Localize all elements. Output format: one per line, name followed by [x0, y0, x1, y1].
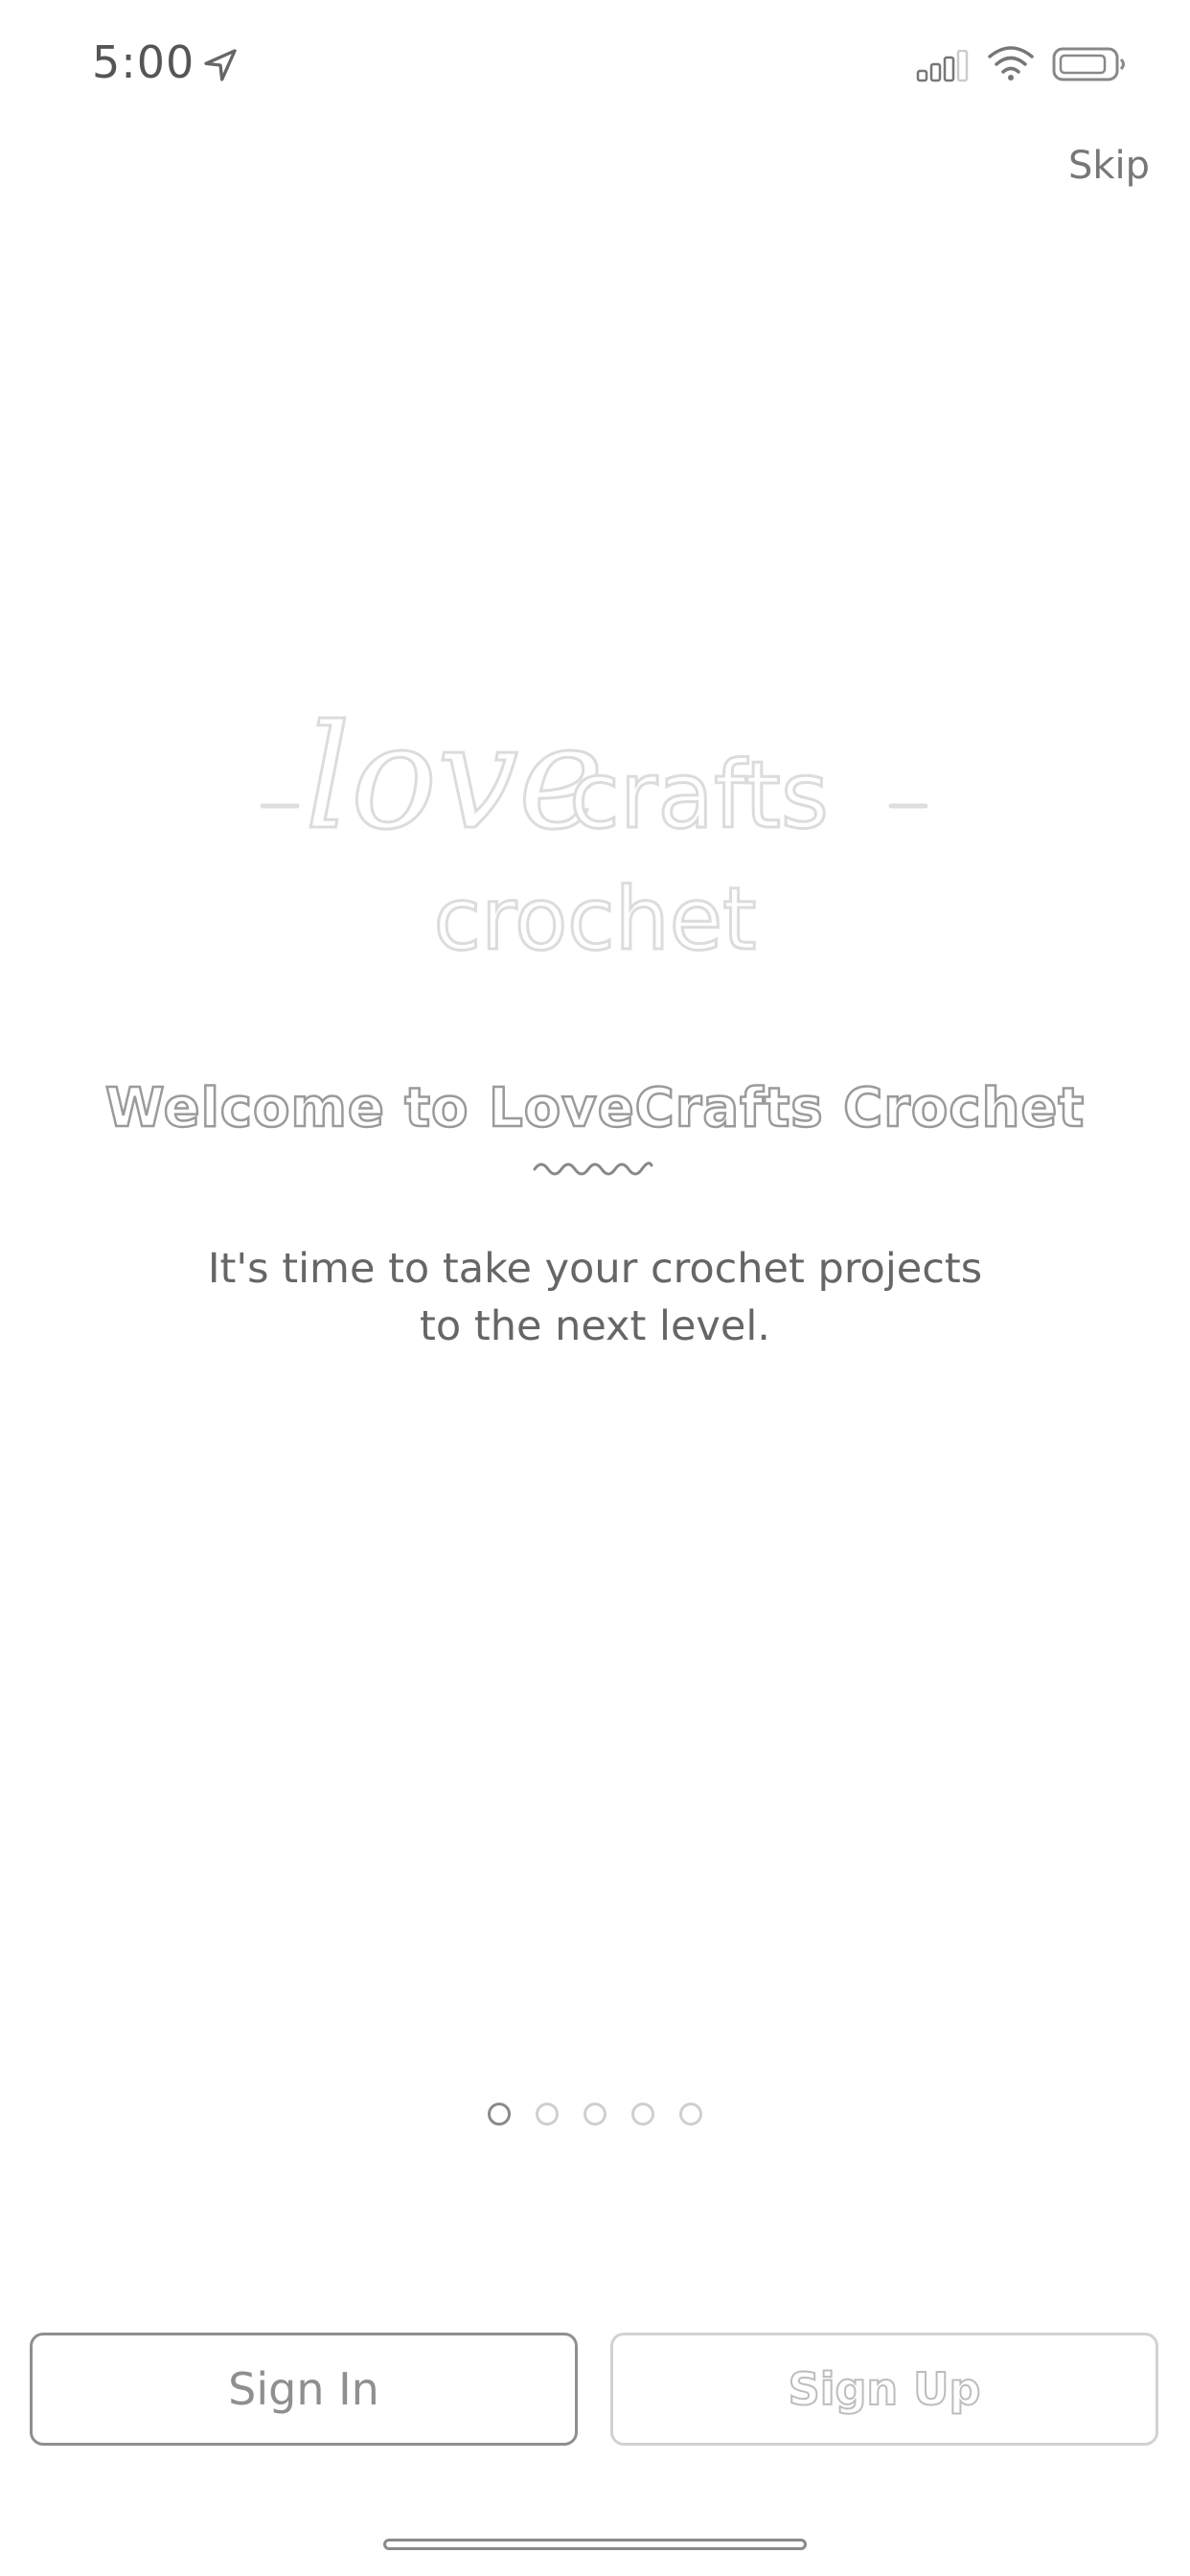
- logo-crafts-word: crafts: [569, 742, 829, 849]
- status-time: 5:00: [92, 36, 195, 88]
- home-indicator[interactable]: [383, 2539, 807, 2550]
- sign-in-button[interactable]: Sign In: [30, 2333, 578, 2446]
- cellular-signal-icon: [916, 50, 969, 82]
- welcome-title: Welcome to LoveCrafts Crochet: [104, 1076, 1086, 1141]
- location-arrow-icon: [204, 49, 237, 81]
- subtitle-line-2: to the next level.: [420, 1302, 770, 1350]
- battery-icon: [1052, 47, 1125, 81]
- logo-crochet-word: crochet: [434, 869, 757, 970]
- skip-button[interactable]: Skip: [1068, 144, 1150, 188]
- status-bar: 5:00: [0, 0, 1190, 126]
- page-dot-4[interactable]: [631, 2103, 654, 2126]
- subtitle-line-1: It's time to take your crochet projects: [207, 1245, 983, 1293]
- page-dot-1[interactable]: [488, 2103, 511, 2126]
- wifi-icon: [988, 46, 1034, 80]
- squiggle-divider-icon: [533, 1162, 653, 1176]
- sign-up-button[interactable]: Sign Up: [610, 2333, 1158, 2446]
- page-indicator: [0, 2103, 1190, 2131]
- welcome-subtitle: It's time to take your crochet projects …: [135, 1240, 1055, 1355]
- page-dot-2[interactable]: [536, 2103, 559, 2126]
- page-dot-5[interactable]: [679, 2103, 702, 2126]
- logo-love-script: love: [305, 695, 604, 862]
- lovecrafts-crochet-logo: love crafts crochet: [260, 694, 928, 972]
- page-dot-3[interactable]: [584, 2103, 606, 2126]
